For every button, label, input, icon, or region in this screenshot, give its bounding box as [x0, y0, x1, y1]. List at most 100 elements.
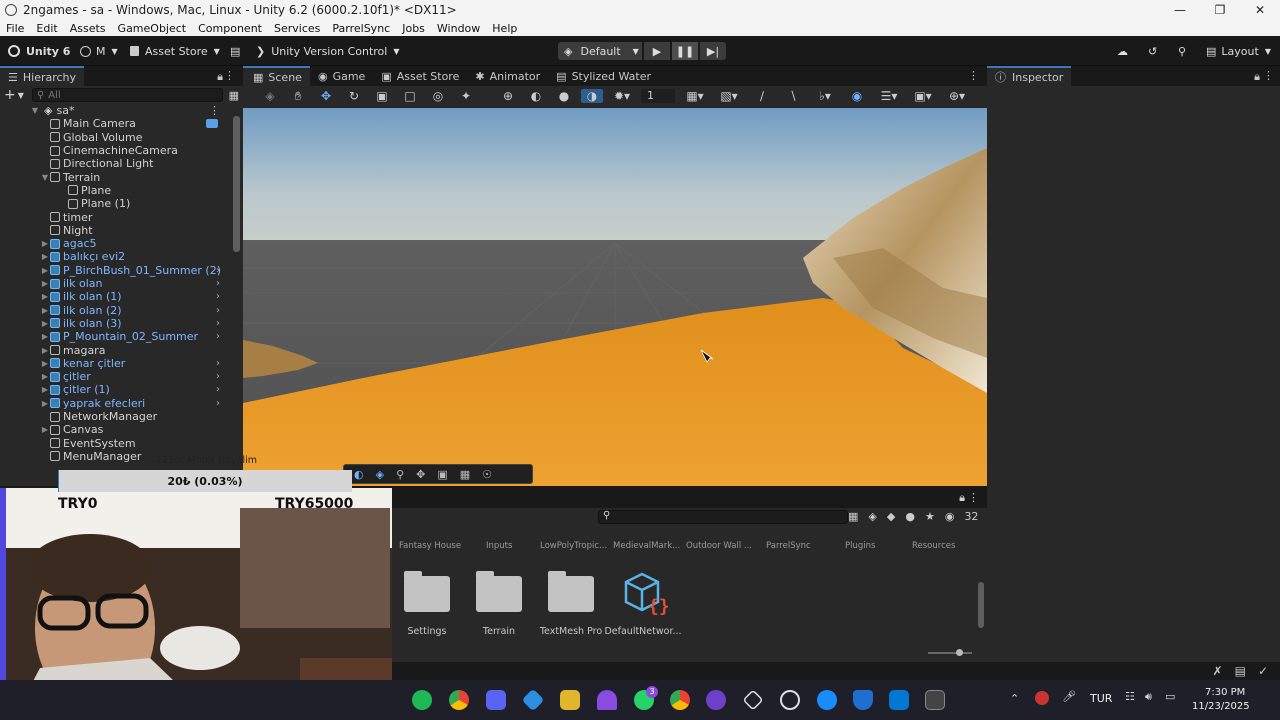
build-profile-dropdown[interactable]: ◈ Default ▼ [558, 42, 642, 60]
hierarchy-item[interactable]: Night [0, 224, 232, 237]
pan-icon[interactable]: ✥ [416, 468, 425, 481]
hierarchy-item[interactable]: ▶ P_Mountain_02_Summer › [0, 330, 232, 343]
hierarchy-scrollbar[interactable] [233, 116, 240, 252]
discord-icon[interactable] [486, 690, 506, 710]
hierarchy-item[interactable]: ▶ yaprak efecleri › [0, 397, 232, 410]
transform-tool-icon[interactable]: ◎ [427, 89, 449, 104]
hidden-packages-icon[interactable]: ◉ [945, 510, 955, 523]
tab-scene[interactable]: ▦ Scene [243, 66, 310, 86]
collapse-arrow-icon[interactable]: ▶ [40, 385, 50, 394]
close-button[interactable]: ✕ [1240, 0, 1280, 20]
chevron-right-icon[interactable]: › [216, 318, 220, 329]
chevron-up-icon[interactable]: ⌃ [1010, 692, 1019, 705]
chevron-right-icon[interactable]: › [216, 371, 220, 382]
collapse-arrow-icon[interactable]: ▶ [40, 279, 50, 288]
hierarchy-item[interactable]: ▶ P_BirchBush_01_Summer (2) › [0, 264, 232, 277]
pause-button[interactable]: ❚❚ [672, 42, 698, 60]
network-prefab-icon[interactable]: {} [622, 570, 670, 617]
minimize-button[interactable]: — [1160, 0, 1200, 20]
visibility-icon[interactable]: ◉ [845, 89, 869, 103]
lighting-toggle-icon[interactable]: ∖ [781, 89, 805, 103]
tab-game[interactable]: ◉ Game [310, 66, 373, 86]
more-options-icon[interactable]: ⋮ [968, 69, 979, 82]
tab-asset-store[interactable]: ▣ Asset Store [373, 66, 467, 86]
chrome-icon[interactable] [449, 690, 469, 710]
lock-icon[interactable]: 🔒︎ [217, 70, 223, 84]
history-icon[interactable]: ↺ [1148, 42, 1157, 60]
unity-hub-button[interactable]: Unity 6 [8, 42, 70, 60]
hierarchy-item[interactable]: ▶ ilk olan › [0, 277, 232, 290]
menu-jobs[interactable]: Jobs [402, 22, 425, 35]
collapse-arrow-icon[interactable]: ▶ [40, 319, 50, 328]
folder-name[interactable]: Settings [387, 626, 467, 637]
custom-tool-icon[interactable]: ✦ [455, 89, 477, 104]
hierarchy-item[interactable]: Main Camera [0, 117, 232, 130]
hierarchy-item[interactable]: ▶ agac5 [0, 237, 232, 250]
zoom-slider-handle[interactable] [956, 649, 963, 656]
add-icon[interactable]: + [4, 87, 16, 103]
hierarchy-item[interactable]: Global Volume [0, 131, 232, 144]
package-manager-icon[interactable]: ▤ [230, 42, 240, 60]
folder-label[interactable]: Plugins [845, 541, 875, 551]
filter-by-type-icon[interactable]: ▦ [848, 510, 858, 523]
collapse-arrow-icon[interactable]: ▶ [40, 239, 50, 248]
tray-app-icon[interactable] [1035, 691, 1049, 705]
search-filter-icon[interactable]: ▦ [229, 89, 239, 102]
hierarchy-item[interactable]: ▶ magara [0, 343, 232, 357]
expand-arrow-icon[interactable]: ▼ [40, 173, 50, 182]
debug-icon[interactable]: ✗ [1213, 664, 1223, 678]
asset-store-dropdown[interactable]: Asset Store ▼ [130, 42, 220, 60]
lit-shading-icon[interactable]: ◑ [581, 89, 603, 103]
clock-time[interactable]: 7:30 PM [1205, 687, 1245, 698]
tab-hierarchy[interactable]: ☰ Hierarchy [0, 66, 85, 86]
menu-component[interactable]: Component [198, 22, 262, 35]
collapse-arrow-icon[interactable]: ▶ [40, 332, 50, 341]
folder-label[interactable]: Resources [912, 541, 955, 551]
hierarchy-item[interactable]: ▶ ilk olan (1) › [0, 290, 232, 303]
expand-arrow-icon[interactable]: ▼ [30, 106, 40, 115]
shaded-wire-icon[interactable]: ◐ [525, 89, 547, 103]
github-icon[interactable] [706, 690, 726, 710]
hierarchy-item[interactable]: ▶ ilk olan (2) › [0, 304, 232, 317]
check-icon[interactable]: ✓ [1258, 664, 1268, 678]
grid-snap-icon[interactable]: ▦▾ [681, 89, 709, 103]
cloud-icon[interactable]: ☁ [1117, 42, 1128, 60]
scene-viewport[interactable]: ◐ ◈ ⚲ ✥ ▣ ▦ ☉ [243, 108, 987, 486]
folder-label[interactable]: LowPolyTropic... [540, 541, 607, 551]
hierarchy-item[interactable]: Plane (1) [0, 197, 232, 210]
menu-services[interactable]: Services [274, 22, 320, 35]
hierarchy-item[interactable]: NetworkManager [0, 410, 232, 423]
warning-icon[interactable]: ● [905, 510, 915, 523]
more-options-icon[interactable]: ⋮ [1263, 69, 1274, 82]
effects-dropdown-icon[interactable]: ✹▾ [609, 89, 635, 103]
hierarchy-item[interactable]: timer [0, 210, 232, 224]
filter-by-label-icon[interactable]: ◈ [868, 510, 876, 523]
folder-icon[interactable] [476, 571, 522, 612]
spotify-icon[interactable] [412, 690, 432, 710]
lock-icon[interactable]: 🔒︎ [959, 491, 965, 505]
chevron-right-icon[interactable]: › [216, 305, 220, 316]
tab-stylized-water[interactable]: ▤ Stylized Water [548, 66, 659, 86]
more-options-icon[interactable]: ⋮ [968, 491, 979, 504]
language-indicator[interactable]: TUR [1090, 692, 1112, 705]
grid-size-field[interactable]: 1 [641, 89, 675, 103]
rotate-tool-icon[interactable]: ↻ [343, 89, 365, 104]
folder-icon[interactable] [548, 571, 594, 612]
hierarchy-item[interactable]: ▶ balıkçı evi2 [0, 250, 232, 263]
layers-status-icon[interactable]: ▤ [1235, 664, 1246, 678]
2d-toggle-icon[interactable]: ∕ [749, 89, 775, 103]
lock-icon[interactable]: 🔒︎ [1254, 70, 1260, 84]
project-search-input[interactable]: ⚲ [598, 510, 848, 524]
layers-icon[interactable]: ☰▾ [875, 89, 903, 103]
unity-editor-icon[interactable] [925, 690, 945, 710]
compass-icon[interactable]: ☉ [482, 468, 492, 481]
chevron-right-icon[interactable]: › [216, 384, 220, 395]
hand-tool-icon[interactable]: ✋︎ [287, 89, 309, 104]
folder-name[interactable]: Terrain [459, 626, 539, 637]
collapse-arrow-icon[interactable]: ▶ [40, 425, 50, 434]
tab-inspector[interactable]: ⓘ Inspector [987, 66, 1072, 86]
security-shield-icon[interactable] [853, 690, 873, 710]
tab-animator[interactable]: ✱ Animator [467, 66, 548, 86]
hierarchy-item[interactable]: ▶ Canvas [0, 423, 232, 436]
shaded-icon[interactable]: ● [553, 89, 575, 103]
